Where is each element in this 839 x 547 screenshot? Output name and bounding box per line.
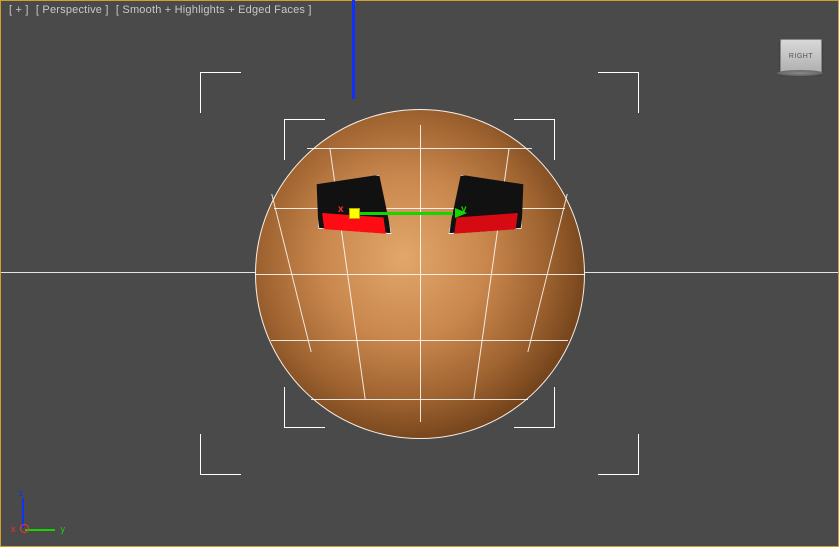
world-z-label: z: [19, 488, 24, 498]
safe-frame-inner-corner: [284, 119, 325, 160]
viewcube[interactable]: RIGHT: [780, 39, 820, 73]
viewport-menu-button[interactable]: [ + ]: [7, 3, 31, 17]
gizmo-origin[interactable]: [349, 208, 360, 219]
gizmo-x-label: x: [338, 204, 344, 215]
viewcube-face-right[interactable]: RIGHT: [780, 39, 822, 73]
wire-edge: [271, 194, 311, 352]
wire-edge: [473, 148, 509, 399]
safe-frame-inner-corner: [514, 387, 555, 428]
gizmo-y-axis[interactable]: [353, 212, 453, 215]
safe-frame-outer-corner: [598, 434, 639, 475]
gizmo-z-label: z: [360, 0, 365, 3]
viewcube-base: [777, 70, 823, 76]
gizmo-y-label: y: [461, 204, 467, 215]
viewport-shading-mode[interactable]: [ Smooth + Highlights + Edged Faces ]: [114, 3, 314, 17]
wire-edge: [274, 208, 564, 209]
safe-frame-outer-corner: [598, 72, 639, 113]
extruded-eye-socket-left: [310, 169, 391, 233]
perspective-viewport[interactable]: [ + ] [ Perspective ] [ Smooth + Highlig…: [0, 0, 839, 547]
safe-frame-center-line: [1, 272, 838, 273]
wire-edge: [420, 125, 421, 422]
wire-edge: [307, 148, 531, 149]
safe-frame-outer-corner: [200, 434, 241, 475]
geosphere-surface: [255, 109, 585, 439]
extruded-eye-socket-right: [448, 169, 529, 233]
safe-frame-outer-corner: [200, 72, 241, 113]
safe-frame-inner-corner: [514, 119, 555, 160]
wire-edge: [271, 340, 568, 341]
wire-edge: [311, 399, 529, 400]
gizmo-z-axis[interactable]: [352, 0, 355, 99]
wire-edge: [527, 194, 567, 352]
world-x-axis: [20, 524, 29, 533]
world-axis-tripod: z y x: [19, 488, 65, 534]
world-x-label: x: [11, 524, 16, 534]
world-y-label: y: [61, 524, 66, 534]
viewport-view-name[interactable]: [ Perspective ]: [34, 3, 111, 17]
safe-frame-inner-corner: [284, 387, 325, 428]
wire-edge: [255, 274, 585, 275]
world-y-axis: [25, 529, 55, 531]
scene-object-geosphere[interactable]: [255, 109, 585, 439]
wire-edge: [329, 148, 365, 399]
viewport-label-bar: [ + ] [ Perspective ] [ Smooth + Highlig…: [7, 3, 314, 17]
geosphere-outline: [255, 109, 585, 439]
